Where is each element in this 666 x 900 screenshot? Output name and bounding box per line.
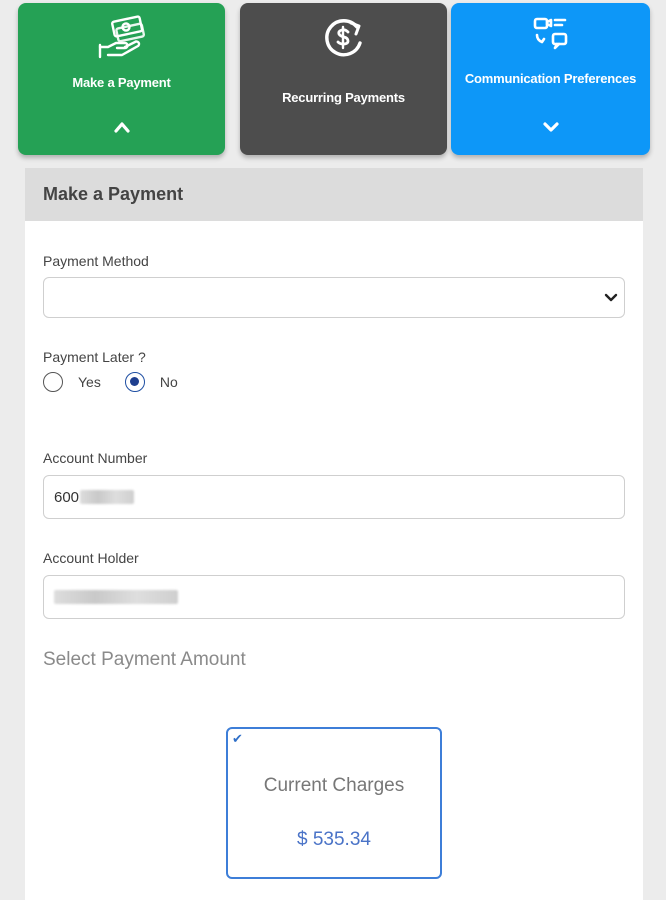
account-number-label: Account Number [43, 450, 148, 466]
account-number-field[interactable]: 600 [43, 475, 625, 519]
recurring-dollar-icon [240, 15, 447, 61]
tile-label: Make a Payment [72, 75, 171, 90]
account-number-value: 600 [54, 488, 80, 506]
account-holder-field[interactable] [43, 575, 625, 619]
current-charges-card[interactable]: ✔ Current Charges $ 535.34 [226, 727, 442, 879]
panel-title: Make a Payment [43, 184, 184, 204]
panel-header: Make a Payment [25, 168, 643, 221]
redacted-text [54, 590, 178, 604]
tile-label: Communication Preferences [464, 71, 637, 86]
payment-later-no-radio[interactable] [124, 372, 145, 392]
payment-options-tiles: Make a Payment Recurring Payments Commun… [18, 3, 650, 155]
make-a-payment-panel: Make a Payment Payment Method Payment La… [25, 168, 643, 900]
payment-method-label: Payment Method [43, 253, 149, 269]
tile-recurring-payments[interactable]: Recurring Payments [240, 3, 447, 155]
account-holder-label: Account Holder [43, 550, 139, 566]
payment-later-label: Payment Later ? [43, 349, 146, 365]
payment-later-yes-label: Yes [78, 374, 101, 390]
redacted-text [80, 490, 135, 504]
payment-later-no-label: No [159, 374, 178, 390]
payment-later-radio-group: Yes No [43, 372, 178, 392]
hand-money-icon [18, 15, 225, 61]
chat-preferences-icon [451, 15, 650, 61]
checkmark-icon: ✔ [232, 731, 243, 746]
payment-method-select[interactable] [43, 277, 625, 318]
chevron-down-icon[interactable] [451, 121, 650, 133]
chevron-up-icon[interactable] [18, 121, 225, 133]
tile-make-a-payment[interactable]: Make a Payment [18, 3, 225, 155]
current-charges-label: Current Charges [263, 775, 405, 796]
tile-communication-preferences[interactable]: Communication Preferences [451, 3, 650, 155]
current-charges-amount: $ 535.34 [297, 829, 371, 850]
select-payment-amount-heading: Select Payment Amount [43, 649, 246, 670]
chevron-down-icon [604, 293, 618, 302]
tile-label: Recurring Payments [282, 90, 405, 105]
payment-later-yes-radio[interactable] [43, 372, 63, 392]
